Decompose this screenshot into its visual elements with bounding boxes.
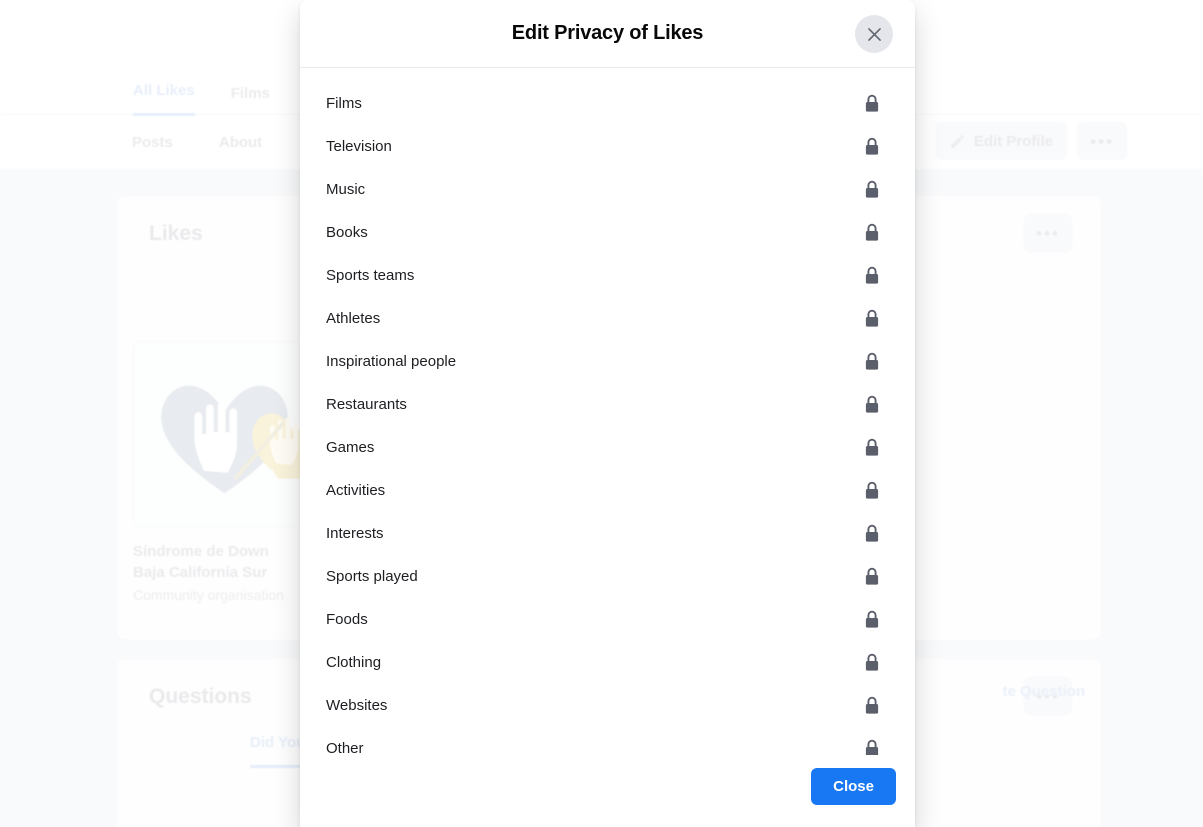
privacy-row[interactable]: Websites (300, 684, 915, 727)
lock-icon (865, 481, 879, 499)
privacy-row[interactable]: Other (300, 727, 915, 755)
privacy-row[interactable]: Music (300, 168, 915, 211)
lock-icon (865, 696, 879, 714)
privacy-row-label: Television (326, 137, 392, 155)
privacy-row-label: Films (326, 94, 362, 112)
privacy-row[interactable]: Sports played (300, 555, 915, 598)
dialog-title: Edit Privacy of Likes (511, 22, 704, 44)
lock-icon (865, 524, 879, 542)
lock-icon (865, 567, 879, 585)
privacy-row-label: Sports teams (326, 266, 415, 284)
edit-privacy-of-likes-dialog: Edit Privacy of Likes Films Television Mus… (300, 0, 915, 827)
privacy-row-lock-button[interactable] (864, 395, 880, 414)
privacy-row-lock-button[interactable] (864, 309, 880, 328)
close-icon-button[interactable] (855, 15, 893, 53)
privacy-row-lock-button[interactable] (864, 567, 880, 586)
privacy-row-lock-button[interactable] (864, 266, 880, 285)
privacy-row-label: Interests (326, 524, 384, 542)
privacy-category-list: Films Television Music Books Sports teams Ath… (300, 68, 915, 755)
lock-icon (865, 653, 879, 671)
lock-icon (865, 395, 879, 413)
privacy-row-label: Foods (326, 610, 368, 628)
privacy-row-label: Sports played (326, 567, 418, 585)
privacy-row[interactable]: Television (300, 125, 915, 168)
privacy-row-label: Music (326, 180, 366, 198)
close-button[interactable]: Close (811, 767, 896, 805)
privacy-row[interactable]: Games (300, 426, 915, 469)
lock-icon (865, 266, 879, 284)
lock-icon (865, 137, 879, 155)
privacy-row-label: Inspirational people (326, 352, 457, 370)
privacy-row-lock-button[interactable] (864, 137, 880, 156)
privacy-row-lock-button[interactable] (864, 696, 880, 715)
screen: Posts About F Edit Profile ••• Likes ••• (0, 0, 1203, 827)
privacy-row-label: Athletes (326, 309, 381, 327)
privacy-row[interactable]: Athletes (300, 297, 915, 340)
privacy-row[interactable]: Foods (300, 598, 915, 641)
lock-icon (865, 610, 879, 628)
privacy-row-label: Clothing (326, 653, 382, 671)
privacy-row[interactable]: Inspirational people (300, 340, 915, 383)
lock-icon (865, 223, 879, 241)
privacy-row-lock-button[interactable] (864, 610, 880, 629)
lock-icon (865, 739, 879, 755)
dialog-footer: Close (300, 755, 915, 827)
lock-icon (865, 309, 879, 327)
privacy-row[interactable]: Books (300, 211, 915, 254)
lock-icon (865, 180, 879, 198)
privacy-row-lock-button[interactable] (864, 223, 880, 242)
dialog-header: Edit Privacy of Likes (300, 0, 915, 68)
privacy-row[interactable]: Activities (300, 469, 915, 512)
privacy-row-label: Books (326, 223, 368, 241)
privacy-row-lock-button[interactable] (864, 739, 880, 755)
privacy-row-lock-button[interactable] (864, 352, 880, 371)
privacy-row-lock-button[interactable] (864, 438, 880, 457)
lock-icon (865, 438, 879, 456)
privacy-row[interactable]: Restaurants (300, 383, 915, 426)
privacy-row-label: Activities (326, 481, 386, 499)
privacy-row-label: Websites (326, 696, 388, 714)
privacy-row[interactable]: Interests (300, 512, 915, 555)
privacy-row[interactable]: Clothing (300, 641, 915, 684)
privacy-row-label: Restaurants (326, 395, 407, 413)
close-icon (867, 27, 881, 41)
privacy-row-lock-button[interactable] (864, 180, 880, 199)
privacy-row-lock-button[interactable] (864, 524, 880, 543)
privacy-row[interactable]: Sports teams (300, 254, 915, 297)
privacy-row[interactable]: Films (300, 82, 915, 125)
privacy-row-lock-button[interactable] (864, 481, 880, 500)
lock-icon (865, 94, 879, 112)
lock-icon (865, 352, 879, 370)
privacy-row-lock-button[interactable] (864, 94, 880, 113)
privacy-row-lock-button[interactable] (864, 653, 880, 672)
privacy-row-label: Games (326, 438, 375, 456)
privacy-row-label: Other (326, 739, 364, 756)
